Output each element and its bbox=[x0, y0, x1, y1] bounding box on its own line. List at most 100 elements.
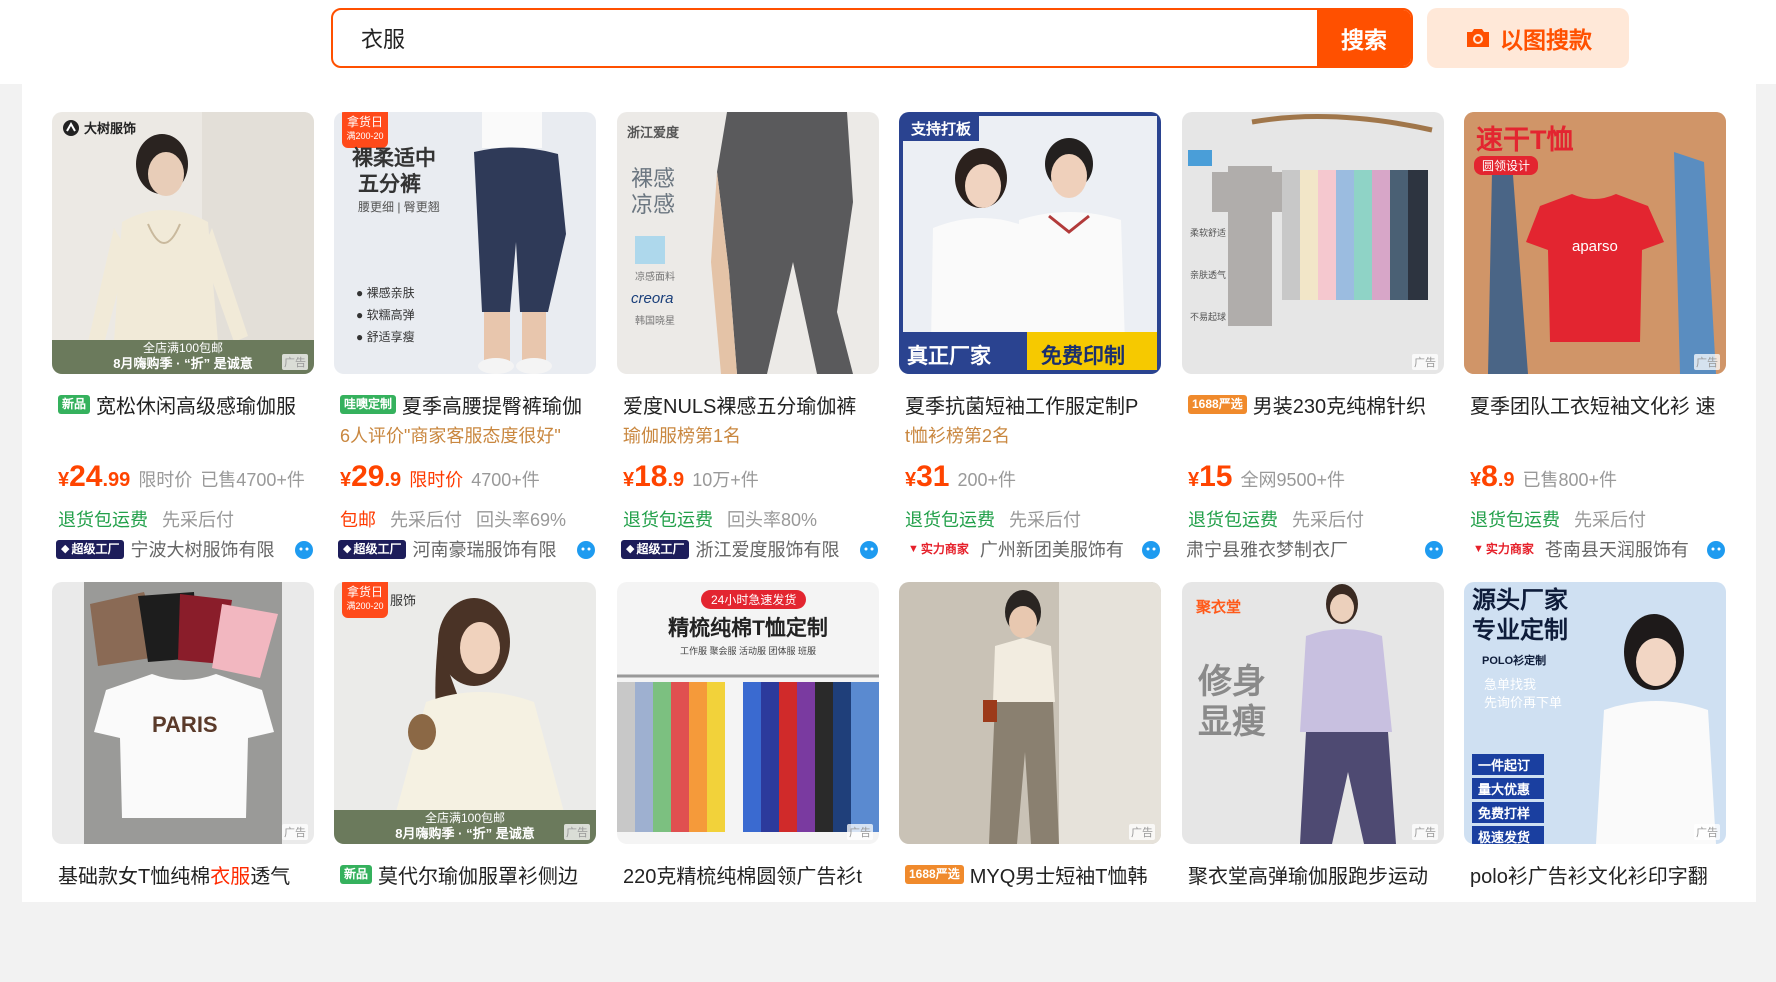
thumb-sub-2: 急单找我 先询价再下单 bbox=[1484, 677, 1563, 710]
brand-logo-icon bbox=[63, 119, 79, 136]
product-image[interactable]: 拿货日 满200-20 服饰 全店满100包邮 8月嗨购季 · “折” 是诚意 … bbox=[334, 582, 596, 844]
shop-row[interactable]: ◆ 超级工厂 宁波大树服饰有限 bbox=[56, 536, 314, 562]
chat-icon[interactable] bbox=[1141, 540, 1161, 560]
thumb-features: 一件起订 量大优惠 免费打样 极速发货 bbox=[1472, 754, 1544, 844]
shop-name[interactable]: 苍南县天润服饰有 bbox=[1545, 536, 1726, 562]
new-badge: 新品 bbox=[340, 864, 373, 884]
chat-icon[interactable] bbox=[859, 540, 879, 560]
product-title[interactable]: 聚衣堂高弹瑜伽服跑步运动 bbox=[1188, 860, 1440, 888]
power-merchant-badge: ▼ 实力商家 bbox=[1468, 539, 1539, 559]
thumb-tag: 支持打板 bbox=[903, 116, 980, 141]
product-image[interactable]: 浙江爱度 裸感 凉感 凉感面料 creora 韩国晓星 bbox=[617, 112, 879, 374]
price: ¥31 bbox=[905, 460, 950, 493]
thumb-features: ● 裸感亲肤 ● 软糯高弹 ● 舒适享瘦 bbox=[356, 286, 415, 344]
product-card[interactable]: 拿货日 满200-20 服饰 全店满100包邮 8月嗨购季 · “折” 是诚意 … bbox=[334, 582, 596, 982]
price: ¥15 bbox=[1188, 460, 1233, 493]
chat-icon[interactable] bbox=[294, 540, 314, 560]
product-title[interactable]: 1688严选 MYQ男士短袖T恤韩 bbox=[905, 860, 1157, 888]
chat-icon[interactable] bbox=[576, 540, 596, 560]
product-card[interactable]: 大树服饰 全店满100包邮 8月嗨购季 · “折” 是诚意 广告 新品 宽松休闲… bbox=[52, 112, 314, 560]
shop-name[interactable]: 河南豪瑞服饰有限 bbox=[412, 536, 596, 562]
sold-count: 已售4700+件 bbox=[200, 470, 305, 490]
shop-row[interactable]: ◆ 超级工厂 河南豪瑞服饰有限 bbox=[338, 536, 596, 562]
price-row: ¥8.9 已售800+件 bbox=[1470, 460, 1726, 494]
selected-badge: 1688严选 bbox=[1188, 394, 1247, 414]
product-title[interactable]: 新品 宽松休闲高级感瑜伽服 bbox=[58, 390, 310, 418]
product-image[interactable]: 拿货日 满200-20 裸柔适中 五分裤 腰更细 | 臀更翘 ● 裸感亲肤 ● … bbox=[334, 112, 596, 374]
review-summary: 6人评价"商家客服态度很好" bbox=[340, 426, 561, 446]
super-factory-badge: ◆ 超级工厂 bbox=[621, 539, 690, 559]
product-image[interactable]: 聚衣堂 修身 显瘦 广告 bbox=[1182, 582, 1444, 844]
product-image[interactable]: 速干T恤 圆领设计 aparso 广告 bbox=[1464, 112, 1726, 374]
product-image[interactable]: PARIS 广告 bbox=[52, 582, 314, 844]
thumb-sub: 工作服 聚会服 活动服 团体服 班服 bbox=[679, 646, 816, 656]
rank-label[interactable]: 瑜伽服榜第1名 bbox=[623, 422, 875, 448]
selected-badge: 1688严选 bbox=[905, 864, 964, 884]
product-image[interactable]: 源头厂家 专业定制 POLO衫定制 急单找我 先询价再下单 一件起订 量大优惠 … bbox=[1464, 582, 1726, 844]
product-image[interactable]: 支持打板 真正厂家 免费印制 bbox=[899, 112, 1161, 374]
shop-row[interactable]: ▼ 实力商家 苍南县天润服饰有 bbox=[1468, 536, 1726, 562]
product-card[interactable]: 浙江爱度 裸感 凉感 凉感面料 creora 韩国晓星 爱度NULS裸感五分瑜伽… bbox=[617, 112, 879, 560]
shop-name[interactable]: 宁波大树服饰有限 bbox=[130, 536, 314, 562]
service-tags: 退货包运费 先采后付 bbox=[1188, 510, 1364, 530]
service-tags: 退货包运费 先采后付 bbox=[58, 510, 234, 530]
price: ¥29.9 bbox=[340, 460, 402, 493]
thumb-headline: 真正厂家 bbox=[907, 345, 991, 368]
ad-tag: 广告 bbox=[1412, 354, 1438, 370]
product-title[interactable]: 基础款女T恤纯棉衣服透气 bbox=[58, 860, 310, 888]
super-factory-badge: ◆ 超级工厂 bbox=[56, 539, 125, 559]
search-input[interactable] bbox=[333, 10, 1317, 66]
chat-icon[interactable] bbox=[1706, 540, 1726, 560]
shop-name[interactable]: 浙江爱度服饰有限 bbox=[695, 536, 879, 562]
thumb-tag: 24小时急速发货 bbox=[701, 590, 807, 609]
thumb-tag: 圆领设计 bbox=[1474, 156, 1539, 175]
product-title[interactable]: 夏季抗菌短袖工作服定制P bbox=[905, 390, 1157, 418]
shop-row[interactable]: ▼ 实力商家 广州新团美服饰有 bbox=[903, 536, 1161, 562]
product-card[interactable]: 广告 1688严选 MYQ男士短袖T恤韩 bbox=[899, 582, 1161, 982]
thumb-headline: 速干T恤 bbox=[1476, 125, 1574, 155]
image-search-button[interactable]: 以图搜款 bbox=[1427, 8, 1629, 68]
shop-name[interactable]: 广州新团美服饰有 bbox=[980, 536, 1161, 562]
product-image[interactable]: 柔软舒适 亲肤透气 不易起球 广告 bbox=[1182, 112, 1444, 374]
new-badge: 新品 bbox=[58, 394, 91, 414]
sold-count: 已售800+件 bbox=[1522, 470, 1618, 490]
product-image[interactable]: 大树服饰 全店满100包邮 8月嗨购季 · “折” 是诚意 广告 bbox=[52, 112, 314, 374]
ad-tag: 广告 bbox=[1694, 354, 1720, 370]
promo-ribbon: 拿货日 满200-20 bbox=[342, 582, 388, 618]
keyword-highlight: 衣服 bbox=[210, 865, 251, 888]
product-title[interactable]: 爱度NULS裸感五分瑜伽裤 bbox=[623, 390, 875, 418]
custom-badge: 哇噢定制 bbox=[340, 394, 397, 414]
product-card[interactable]: PARIS 广告 基础款女T恤纯棉衣服透气 bbox=[52, 582, 314, 982]
product-card[interactable]: 速干T恤 圆领设计 aparso 广告 夏季团队工衣短袖文化衫 速 ¥8.9 已… bbox=[1464, 112, 1726, 560]
product-card[interactable]: 聚衣堂 修身 显瘦 广告 聚衣堂高弹瑜伽服跑步运动 bbox=[1182, 582, 1444, 982]
product-title[interactable]: 新品 莫代尔瑜伽服罩衫侧边 bbox=[340, 860, 592, 888]
price-label: 限时价 bbox=[138, 470, 193, 490]
product-title[interactable]: polo衫广告衫文化衫印字翻 bbox=[1470, 860, 1722, 888]
product-card[interactable]: 24小时急速发货 精梳纯棉T恤定制 工作服 聚会服 活动服 团体服 班服 广告 … bbox=[617, 582, 879, 982]
price-row: ¥29.9 限时价 4700+件 bbox=[340, 460, 596, 494]
product-title[interactable]: 夏季团队工衣短袖文化衫 速 bbox=[1470, 390, 1722, 418]
thumb-features: 柔软舒适 亲肤透气 不易起球 bbox=[1190, 228, 1227, 322]
search-button[interactable]: 搜索 bbox=[1317, 10, 1411, 66]
thumb-sub: 凉感面料 bbox=[635, 272, 675, 283]
product-card[interactable]: 拿货日 满200-20 裸柔适中 五分裤 腰更细 | 臀更翘 ● 裸感亲肤 ● … bbox=[334, 112, 596, 560]
product-card[interactable]: 支持打板 真正厂家 免费印制 夏季抗菌短袖工作服定制P t恤衫榜第2名 ¥31 … bbox=[899, 112, 1161, 560]
product-image[interactable]: 24小时急速发货 精梳纯棉T恤定制 工作服 聚会服 活动服 团体服 班服 广告 bbox=[617, 582, 879, 844]
chat-icon[interactable] bbox=[1424, 540, 1444, 560]
search-box: 搜索 bbox=[331, 8, 1413, 68]
power-merchant-badge: ▼ 实力商家 bbox=[903, 539, 974, 559]
service-tags: 退货包运费 回头率80% bbox=[623, 510, 818, 530]
shop-name[interactable]: 肃宁县雅衣梦制衣厂 bbox=[1186, 536, 1444, 562]
product-title[interactable]: 1688严选 男装230克纯棉针织 bbox=[1188, 390, 1440, 418]
product-title[interactable]: 220克精梳纯棉圆领广告衫t bbox=[623, 860, 875, 888]
price: ¥24.99 bbox=[58, 460, 131, 493]
product-card[interactable]: 柔软舒适 亲肤透气 不易起球 广告 1688严选 男装230克纯棉针织 ¥15 … bbox=[1182, 112, 1444, 560]
shop-row[interactable]: ◆ 超级工厂 浙江爱度服饰有限 bbox=[621, 536, 879, 562]
super-factory-badge: ◆ 超级工厂 bbox=[338, 539, 407, 559]
sold-count: 4700+件 bbox=[471, 470, 540, 490]
product-title[interactable]: 哇噢定制 夏季高腰提臀裤瑜伽 bbox=[340, 390, 592, 418]
rank-label[interactable]: t恤衫榜第2名 bbox=[905, 422, 1157, 448]
shop-row[interactable]: 肃宁县雅衣梦制衣厂 bbox=[1186, 536, 1444, 562]
product-card[interactable]: 源头厂家 专业定制 POLO衫定制 急单找我 先询价再下单 一件起订 量大优惠 … bbox=[1464, 582, 1726, 982]
product-image[interactable]: 广告 bbox=[899, 582, 1161, 844]
